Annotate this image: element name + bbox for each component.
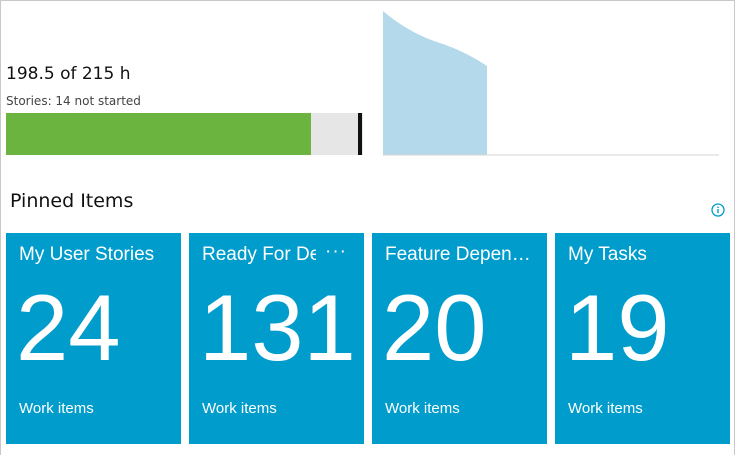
info-icon[interactable] [711,203,725,217]
capacity-value: 198.5 of 215 h [6,64,131,84]
tile-count: 19 [565,275,670,380]
pinned-tile-ready-for-dev[interactable]: Ready For Dev ··· 131 Work items [189,233,364,444]
pinned-tile-my-user-stories[interactable]: My User Stories 24 Work items [6,233,181,444]
capacity-stories-status: Stories: 14 not started [6,94,141,108]
tile-caption: Work items [19,400,94,417]
tile-caption: Work items [385,400,460,417]
tile-more-button[interactable]: ··· [325,241,347,263]
tile-caption: Work items [202,400,277,417]
burndown-area [383,11,487,155]
tile-count: 24 [16,275,121,380]
capacity-marker [358,113,362,155]
widget-top-border [0,0,735,1]
tile-title: My User Stories [19,244,155,265]
pinned-tile-my-tasks[interactable]: My Tasks 19 Work items [555,233,730,444]
capacity-bar [6,113,363,155]
widget-left-border [0,0,1,455]
capacity-bar-fill [6,113,311,155]
tile-count: 131 [199,275,356,380]
tile-title: Feature Depend... [385,244,535,265]
tile-title: Ready For Dev [202,244,316,265]
pinned-items-title: Pinned Items [10,190,134,212]
tile-count: 20 [382,275,487,380]
pinned-tile-feature-dependencies[interactable]: Feature Depend... 20 Work items [372,233,547,444]
tile-caption: Work items [568,400,643,417]
burndown-chart[interactable] [383,8,719,158]
tile-title: My Tasks [568,244,647,265]
